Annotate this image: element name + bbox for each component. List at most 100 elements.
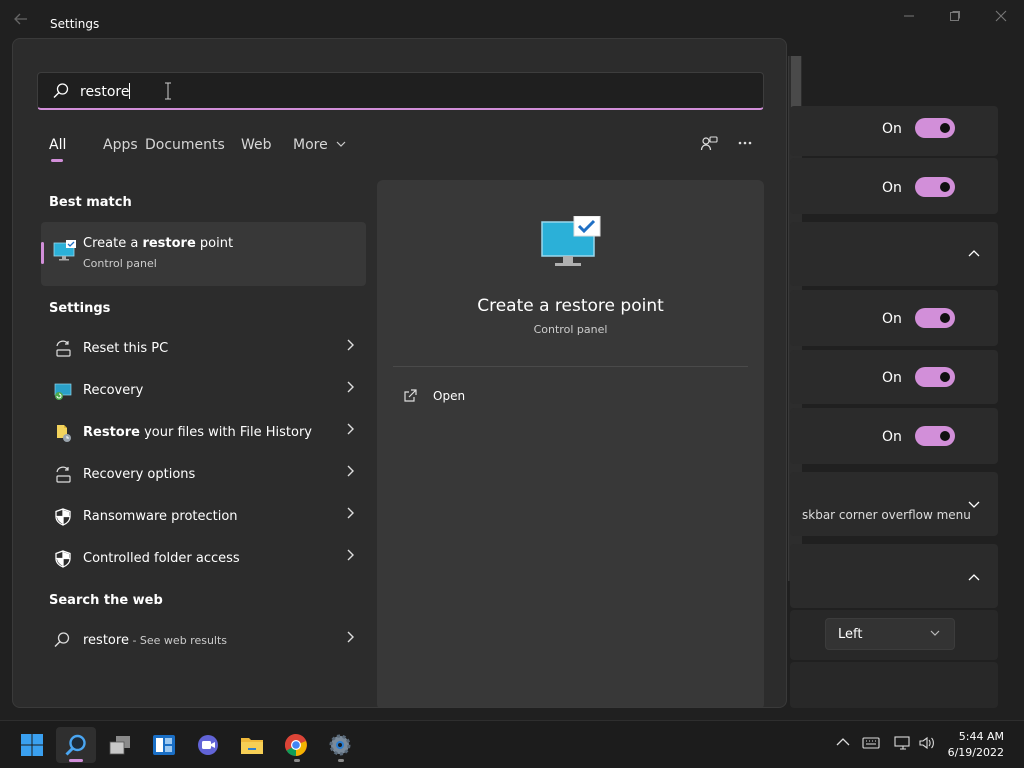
reset-pc-icon: [53, 339, 73, 359]
tab-more-label: More: [293, 137, 328, 153]
active-app-indicator: [69, 759, 83, 762]
file-history-icon: [53, 423, 73, 443]
chevron-right-icon: [346, 465, 354, 481]
keyboard-icon[interactable]: [862, 736, 880, 754]
chevron-up-icon[interactable]: [836, 736, 850, 751]
settings-expander-row[interactable]: skbar corner overflow menu: [790, 472, 998, 536]
alignment-row: Left: [790, 610, 998, 660]
toggle-switch[interactable]: [915, 177, 955, 197]
toggle-switch[interactable]: [915, 308, 955, 328]
teams-chat-icon[interactable]: [188, 727, 228, 763]
volume-icon[interactable]: [918, 736, 936, 754]
widgets-icon[interactable]: [144, 727, 184, 763]
recovery-options-icon: [53, 465, 73, 485]
list-item-label: Recovery: [83, 383, 143, 398]
chevron-right-icon: [346, 507, 354, 523]
ibeam-cursor-icon: [164, 82, 172, 104]
toggle-state-label: On: [882, 429, 902, 445]
shield-icon: [53, 507, 73, 527]
list-item[interactable]: Recovery options: [41, 456, 366, 494]
monitor-check-icon: [540, 215, 602, 268]
tab-all[interactable]: All: [49, 137, 66, 153]
preview-subtitle: Control panel: [533, 323, 608, 336]
settings-titlebar: Settings: [0, 0, 1024, 40]
close-icon[interactable]: [978, 6, 1024, 30]
share-icon[interactable]: [698, 135, 720, 153]
result-preview-pane: Create a restore point Control panel Ope…: [377, 180, 764, 707]
list-item[interactable]: Recovery: [41, 372, 366, 410]
chevron-down-icon: [930, 625, 940, 639]
web-search-result[interactable]: restore - See web results: [41, 622, 366, 660]
toggle-switch[interactable]: [915, 118, 955, 138]
settings-gear-icon[interactable]: [320, 727, 360, 763]
search-flyout: restore All Apps Documents Web More Best…: [12, 38, 787, 708]
network-icon[interactable]: [894, 736, 912, 754]
list-item-label: Recovery options: [83, 467, 195, 482]
shield-icon: [53, 549, 73, 569]
search-query[interactable]: restore: [80, 83, 131, 100]
list-item[interactable]: Ransomware protection: [41, 498, 366, 536]
text-caret: [129, 83, 131, 99]
settings-toggle-row: On: [790, 290, 998, 346]
toggle-state-label: On: [882, 180, 902, 196]
list-item[interactable]: Restore your files with File History: [41, 414, 366, 452]
settings-heading: Settings: [49, 301, 111, 316]
tab-more[interactable]: More: [293, 137, 346, 153]
web-suffix: - See web results: [128, 634, 228, 647]
list-item[interactable]: Reset this PC: [41, 330, 366, 368]
task-view-icon[interactable]: [100, 727, 140, 763]
list-item-label: Reset this PC: [83, 341, 168, 356]
search-icon: [53, 631, 73, 651]
search-icon[interactable]: [56, 727, 96, 763]
label-text: Recovery: [83, 383, 144, 398]
tab-web[interactable]: Web: [241, 137, 272, 153]
recovery-icon: [53, 381, 73, 401]
preview-title: Create a restore point: [477, 296, 664, 316]
list-item-label: Controlled folder access: [83, 551, 240, 566]
settings-toggle-row: On: [790, 408, 998, 464]
label-highlight: Restore: [83, 425, 140, 440]
windows-start-icon[interactable]: [12, 727, 52, 763]
overflow-menu-label: skbar corner overflow menu: [802, 508, 971, 522]
divider: [393, 366, 748, 367]
window-title: Settings: [50, 17, 100, 31]
chevron-right-icon: [346, 631, 354, 647]
chevron-right-icon: [346, 381, 354, 397]
toggle-switch[interactable]: [915, 367, 955, 387]
settings-toggle-row: On: [790, 158, 998, 214]
list-item-label: Restore your files with File History: [83, 425, 312, 440]
title-prefix: Create a: [83, 236, 143, 251]
settings-expander-row[interactable]: [790, 222, 998, 286]
active-tab-indicator: [51, 159, 63, 162]
chevron-up-icon[interactable]: [968, 246, 980, 260]
search-input[interactable]: restore: [37, 72, 764, 110]
web-query: restore: [83, 633, 129, 648]
running-app-indicator: [294, 759, 300, 762]
back-arrow-icon[interactable]: [14, 13, 34, 29]
title-suffix: point: [195, 236, 234, 251]
more-options-icon[interactable]: [734, 135, 756, 153]
system-clock[interactable]: 5:44 AM 6/19/2022: [948, 729, 1004, 761]
search-icon: [52, 82, 70, 100]
list-item[interactable]: Controlled folder access: [41, 540, 366, 578]
monitor-check-icon: [53, 240, 77, 262]
settings-row: [790, 662, 998, 708]
toggle-switch[interactable]: [915, 426, 955, 446]
chrome-icon[interactable]: [276, 727, 316, 763]
chevron-up-icon[interactable]: [968, 570, 980, 584]
minimize-icon[interactable]: [886, 6, 932, 30]
alignment-dropdown[interactable]: Left: [825, 618, 955, 650]
tab-apps[interactable]: Apps: [103, 137, 138, 153]
best-match-result[interactable]: Create a restore point Control panel: [41, 222, 366, 286]
maximize-icon[interactable]: [932, 6, 978, 30]
alignment-value: Left: [838, 627, 863, 642]
file-explorer-icon[interactable]: [232, 727, 272, 763]
settings-toggle-row: On: [790, 350, 998, 404]
settings-expander-row[interactable]: [790, 544, 998, 608]
tab-documents[interactable]: Documents: [145, 137, 225, 153]
toggle-state-label: On: [882, 121, 902, 137]
search-web-heading: Search the web: [49, 593, 163, 608]
toggle-state-label: On: [882, 370, 902, 386]
open-button[interactable]: Open: [393, 382, 748, 410]
best-match-heading: Best match: [49, 195, 132, 210]
